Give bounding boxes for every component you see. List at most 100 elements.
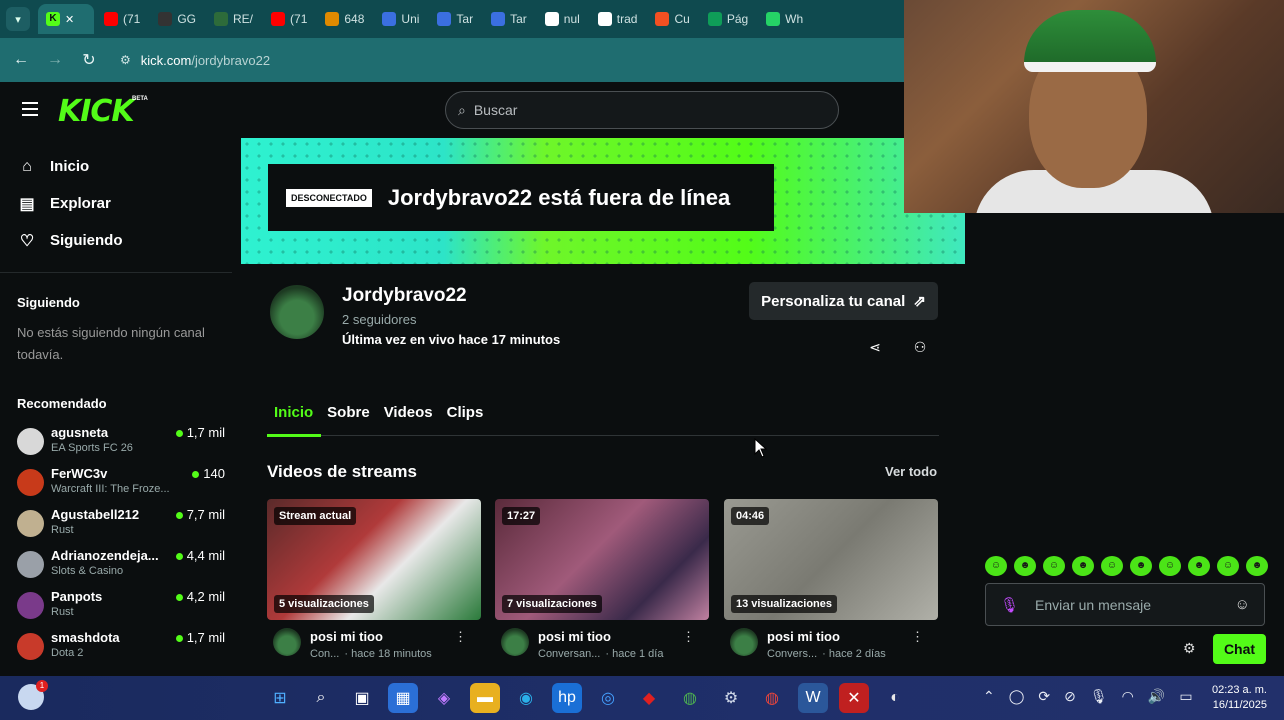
emoji-icon[interactable]: ☺ [1235, 596, 1250, 613]
mcafee-icon[interactable]: ◆ [634, 683, 664, 713]
more-options-icon[interactable]: ⋮ [454, 629, 467, 645]
emote-icon[interactable]: ☻ [1130, 556, 1152, 576]
customize-channel-label: Personaliza tu canal [761, 292, 906, 310]
recommended-channel[interactable]: FerWC3v Warcraft III: The Froze... 140 [17, 466, 227, 507]
sidebar-item-inicio[interactable]: ⌂ Inicio [0, 148, 232, 185]
browser-tab[interactable]: Cu [647, 4, 697, 34]
tab-favicon-icon [655, 12, 670, 26]
browser-tab[interactable]: (71 [96, 4, 148, 34]
copilot-icon[interactable]: ◈ [429, 683, 459, 713]
microphone-icon[interactable]: 🎙 [1000, 596, 1019, 614]
browser-tab[interactable]: Tar [483, 4, 535, 34]
obs-icon[interactable]: ◐ [880, 683, 910, 713]
recommended-channel[interactable]: smashdota Dota 2 1,7 mil [17, 630, 227, 671]
recommended-channel[interactable]: Adrianozendeja... Slots & Casino 4,4 mil [17, 548, 227, 589]
chat-send-button[interactable]: Chat [1213, 634, 1266, 664]
more-options-icon[interactable]: ⋮ [682, 629, 695, 645]
access-icon[interactable]: ✕ [839, 683, 869, 713]
video-thumbnail[interactable]: Stream actual 5 visualizaciones [267, 499, 481, 620]
tray-icon[interactable]: 🔊 [1148, 688, 1165, 705]
sidebar-item-siguiendo[interactable]: ♡ Siguiendo [0, 222, 232, 259]
browser-tab[interactable]: 648 [317, 4, 372, 34]
chrome-icon[interactable]: ◍ [675, 683, 705, 713]
back-arrow-icon[interactable]: ← [12, 51, 30, 69]
more-options-icon[interactable]: ⋮ [911, 629, 924, 645]
chrome-2-icon[interactable]: ◍ [757, 683, 787, 713]
emote-icon[interactable]: ☻ [1014, 556, 1036, 576]
tab-videos[interactable]: Videos [384, 404, 433, 421]
recommended-list: agusneta EA Sports FC 26 1,7 mil FerWC3v War… [17, 425, 227, 671]
menu-hamburger-icon[interactable] [22, 102, 38, 120]
emote-icon[interactable]: ☻ [1072, 556, 1094, 576]
address-bar[interactable]: ⚙ kick.com/jordybravo22 [120, 53, 270, 68]
weather-widget-icon[interactable]: 1 [18, 680, 48, 710]
tab-kick-active[interactable]: K ✕ [38, 4, 94, 34]
tray-icon[interactable]: 🎙 [1090, 688, 1108, 705]
recommended-channel[interactable]: Agustabell212 Rust 7,7 mil [17, 507, 227, 548]
follow-user-icon[interactable]: ⚇ [912, 339, 928, 355]
edge-icon[interactable]: ◉ [511, 683, 541, 713]
video-thumbnail[interactable]: 04:46 13 visualizaciones [724, 499, 938, 620]
kick-logo[interactable]: KICK [58, 94, 135, 129]
explorer-icon[interactable]: ▬ [470, 683, 500, 713]
channel-avatar[interactable] [268, 283, 326, 341]
word-icon[interactable]: W [798, 683, 828, 713]
recommended-channel[interactable]: Panpots Rust 4,2 mil [17, 589, 227, 630]
video-meta: posi mi tioo Con... · hace 18 minutos ⋮ [267, 620, 481, 664]
recommended-channel[interactable]: agusneta EA Sports FC 26 1,7 mil [17, 425, 227, 466]
emote-icon[interactable]: ☺ [1043, 556, 1065, 576]
chat-settings-gear-icon[interactable]: ⚙ [1183, 640, 1196, 657]
browser-tab[interactable]: Pág [700, 4, 756, 34]
tray-icon[interactable]: ◯ [1009, 688, 1025, 705]
tab-sobre[interactable]: Sobre [327, 404, 370, 421]
tray-icon[interactable]: ⊘ [1064, 688, 1076, 705]
tray-icon[interactable]: ▭ [1179, 688, 1192, 705]
browser-toolbar: ← → ↻ ⚙ kick.com/jordybravo22 [0, 38, 904, 82]
tray-icon[interactable]: ◠ [1122, 688, 1134, 705]
reload-icon[interactable]: ↻ [80, 50, 98, 70]
browser-tab[interactable]: RE/ [206, 4, 261, 34]
site-settings-icon[interactable]: ⚙ [120, 53, 131, 67]
video-thumbnail[interactable]: 17:27 7 visualizaciones [495, 499, 709, 620]
browser-tab[interactable]: Wh [758, 4, 811, 34]
taskbar-clock[interactable]: 02:23 a. m. 16/11/2025 [1205, 683, 1267, 713]
sidebar-item-explorar[interactable]: ▤ Explorar [0, 185, 232, 222]
video-card[interactable]: 17:27 7 visualizaciones posi mi tioo Conver… [495, 499, 709, 664]
emote-icon[interactable]: ☺ [1159, 556, 1181, 576]
browser-tab[interactable]: GG [150, 4, 204, 34]
store-icon[interactable]: ▦ [388, 683, 418, 713]
weather-badge: 1 [36, 680, 48, 692]
tab-label: Cu [674, 12, 690, 26]
video-card[interactable]: 04:46 13 visualizaciones posi mi tioo Conve… [724, 499, 938, 664]
browser-tab[interactable]: (71 [263, 4, 315, 34]
chat-message-input[interactable]: 🎙 Enviar un mensaje ☺ [985, 583, 1265, 626]
mouse-cursor-icon [754, 438, 768, 458]
settings-icon[interactable]: ⚙ [716, 683, 746, 713]
tray-icon[interactable]: ⟳ [1038, 688, 1050, 705]
close-tab-icon[interactable]: ✕ [65, 13, 74, 26]
search-icon[interactable]: ⌕ [306, 683, 336, 713]
browser-tab[interactable]: trad [590, 4, 646, 34]
search-input[interactable]: ⌕ Buscar [445, 91, 839, 129]
tab-clips[interactable]: Clips [447, 404, 484, 421]
forward-arrow-icon[interactable]: → [46, 51, 64, 69]
browser-tab[interactable]: Tar [429, 4, 481, 34]
emote-icon[interactable]: ☺ [985, 556, 1007, 576]
browser-tab[interactable]: nul [537, 4, 588, 34]
emote-icon[interactable]: ☻ [1246, 556, 1268, 576]
customize-channel-button[interactable]: Personaliza tu canal ⇗ [749, 282, 938, 320]
app-icon[interactable]: ◎ [593, 683, 623, 713]
tab-inicio[interactable]: Inicio [274, 404, 313, 421]
emote-icon[interactable]: ☻ [1188, 556, 1210, 576]
hp-icon[interactable]: hp [552, 683, 582, 713]
share-icon[interactable]: ⋖ [867, 339, 883, 355]
start-icon[interactable]: ⊞ [265, 683, 295, 713]
browser-tab[interactable]: Uni [374, 4, 427, 34]
emote-icon[interactable]: ☺ [1101, 556, 1123, 576]
emote-icon[interactable]: ☺ [1217, 556, 1239, 576]
tray-icon[interactable]: ⌃ [983, 688, 995, 705]
task-view-icon[interactable]: ▣ [347, 683, 377, 713]
video-card[interactable]: Stream actual 5 visualizaciones posi mi ti… [267, 499, 481, 664]
tab-search-dropdown[interactable]: ▾ [6, 7, 30, 31]
see-all-link[interactable]: Ver todo [885, 464, 937, 479]
